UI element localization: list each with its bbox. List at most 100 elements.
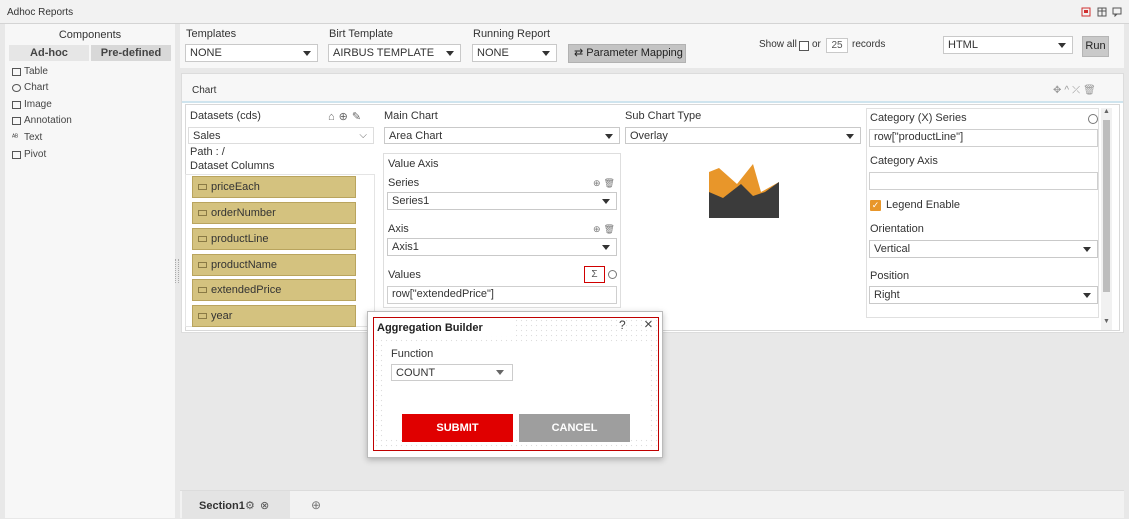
tab-adhoc[interactable]: Ad-hoc [9,45,89,61]
parameter-mapping-button[interactable]: ⇄ Parameter Mapping [568,44,686,63]
sidebar-item-label: Annotation [24,115,72,126]
category-axis-label: Category Axis [870,155,938,167]
column-item[interactable]: productName [192,254,356,276]
section-bar: Section1 ⚙ ⊗ ⊕ [180,490,1124,519]
sidebar-item-label: Text [24,132,43,143]
add-icon[interactable]: ⊕ [593,178,604,188]
delete-icon[interactable]: 🗑 [604,178,618,188]
collapse-icon[interactable]: ^ [1064,85,1072,96]
column-label: priceEach [211,181,260,193]
home-icon[interactable]: ⌂ [328,111,339,123]
folder-icon [198,236,207,243]
column-item[interactable]: productLine [192,228,356,250]
chart-panel-title: Chart [192,85,217,96]
run-button[interactable]: Run [1082,36,1109,57]
sub-chart-type-label: Sub Chart Type [625,110,702,122]
submit-button[interactable]: SUBMIT [402,414,513,442]
chevron-down-icon [846,134,854,139]
position-value: Right [874,289,900,301]
resize-handle[interactable] [175,259,179,283]
chevron-down-icon [602,245,610,250]
sidebar-item-text[interactable]: ᴬᴮ Text [12,132,42,143]
category-axis-field[interactable] [869,172,1098,190]
position-label: Position [870,270,910,282]
chevron-down-icon [542,51,550,56]
column-item[interactable]: orderNumber [192,202,356,224]
dialog-content: Aggregation Builder ? × Function COUNT S… [373,316,659,451]
add-icon[interactable]: ⊕ [339,111,352,123]
sidebar-item-chart[interactable]: Chart [12,82,48,93]
axis-select[interactable]: Axis1 [387,238,617,256]
sub-chart-type-select[interactable]: Overlay [625,127,861,144]
tab-predefined[interactable]: Pre-defined [91,45,171,61]
folder-icon [198,313,207,320]
birt-template-select[interactable]: AIRBUS TEMPLATE [328,44,461,62]
main-chart-select[interactable]: Area Chart [384,127,620,144]
properties-scrollbar[interactable]: ▲ ▼ [1101,108,1112,330]
sidebar-item-table[interactable]: Table [12,66,48,77]
section-tab[interactable]: Section1 ⚙ ⊗ [182,491,290,519]
chart-panel: Chart ✥^⤫🗑 Datasets (cds) ⌂⊕✎ Sales ⌵ Pat… [175,73,1124,333]
category-series-field[interactable]: row["productLine"] [869,129,1098,147]
show-all-checkbox[interactable] [799,41,809,51]
table-icon[interactable] [1097,7,1107,17]
sidebar-item-pivot[interactable]: Pivot [12,149,46,160]
close-icon[interactable]: × [644,316,653,333]
dataset-select[interactable]: Sales ⌵ [188,127,374,144]
area-chart-preview [709,164,779,218]
column-item[interactable]: priceEach [192,176,356,198]
chevron-down-icon [1083,247,1091,252]
series-value: Series1 [392,195,430,207]
chart-panel-header: Chart ✥^⤫🗑 [182,74,1123,103]
function-select[interactable]: COUNT [391,364,513,381]
delete-icon[interactable]: 🗑 [604,224,618,234]
aggregation-sigma-button[interactable]: Σ [584,266,605,283]
birt-template-label: Birt Template [329,28,393,40]
close-icon[interactable]: ⊗ [260,499,269,512]
scroll-up-icon[interactable]: ▲ [1103,108,1110,115]
sub-chart-type-value: Overlay [630,130,668,142]
pdf-icon[interactable] [1081,7,1091,17]
column-item[interactable]: year [192,305,356,327]
title-bar: Adhoc Reports [0,0,1129,24]
more-icon[interactable] [1088,114,1098,124]
templates-select[interactable]: NONE [185,44,318,62]
scrollbar-thumb[interactable] [1103,120,1110,292]
chevron-down-icon [496,370,504,375]
legend-enable-label: Legend Enable [886,199,961,211]
legend-enable-checkbox[interactable]: ✓ [870,200,881,211]
delete-icon[interactable]: 🗑 [1083,85,1099,96]
aggregation-builder-dialog: Aggregation Builder ? × Function COUNT S… [367,311,663,458]
comment-icon[interactable] [1112,7,1122,17]
output-format-select[interactable]: HTML [943,36,1073,54]
gear-icon[interactable]: ⚙ [245,499,255,512]
orientation-value: Vertical [874,243,911,255]
help-icon[interactable]: ? [619,318,626,332]
scroll-down-icon[interactable]: ▼ [1103,318,1110,325]
output-format-value: HTML [948,39,978,51]
sidebar-item-image[interactable]: Image [12,99,52,110]
unlink-icon[interactable]: ⤫ [1072,85,1083,96]
edit-icon[interactable]: ✎ [352,111,365,123]
orientation-select[interactable]: Vertical [869,240,1098,258]
value-axis-label: Value Axis [388,158,439,170]
sidebar-item-annotation[interactable]: Annotation [12,115,72,126]
sidebar-item-label: Table [24,66,48,77]
column-item[interactable]: extendedPrice [192,279,356,301]
running-report-select[interactable]: NONE [472,44,557,62]
add-section-icon[interactable]: ⊕ [311,498,321,512]
values-field[interactable]: row["extendedPrice"] [387,286,617,304]
datasets-label: Datasets (cds) [190,110,261,122]
category-series-label: Category (X) Series [870,112,967,124]
series-select[interactable]: Series1 [387,192,617,210]
more-icon[interactable] [608,270,617,279]
cancel-button[interactable]: CANCEL [519,414,630,442]
chevron-down-icon [602,199,610,204]
chevron-down-icon: ⌵ [359,130,367,141]
position-select[interactable]: Right [869,286,1098,304]
image-icon [12,100,21,109]
column-label: productName [211,259,278,271]
records-count-input[interactable]: 25 [826,38,848,53]
move-icon[interactable]: ✥ [1053,85,1064,96]
add-icon[interactable]: ⊕ [593,224,604,234]
